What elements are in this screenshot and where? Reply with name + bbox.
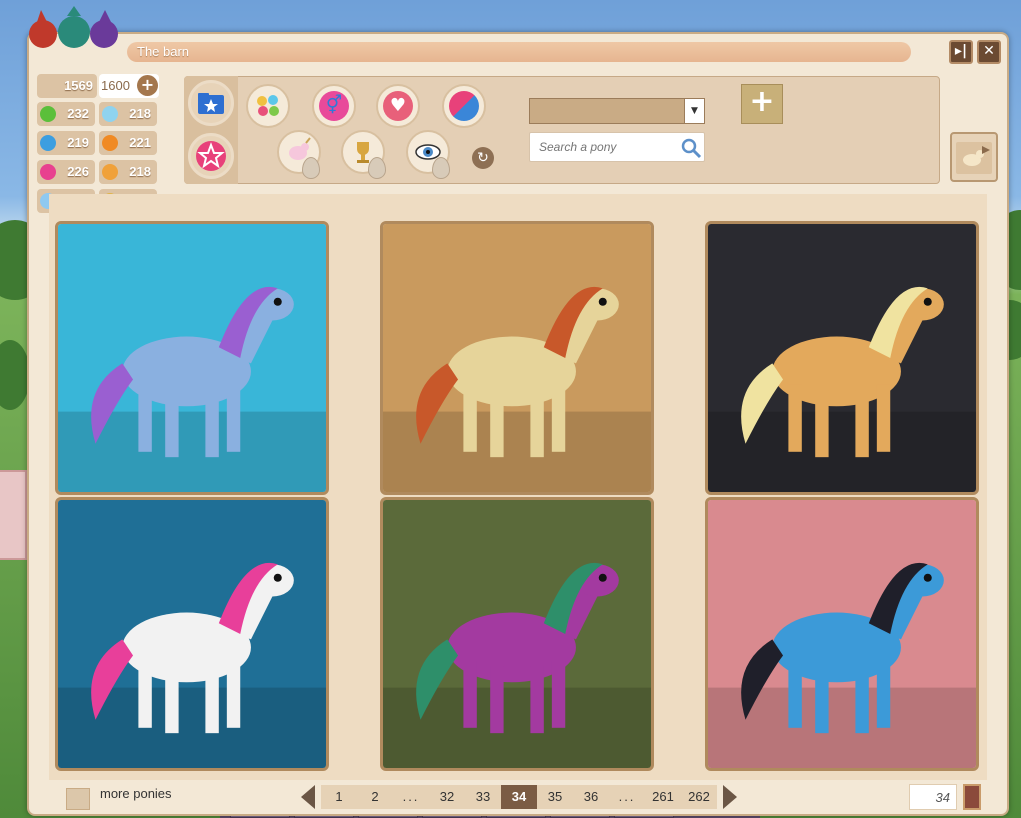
love-filter-button[interactable]: ♥ — [376, 84, 420, 128]
unicorn-level-drop — [302, 157, 320, 179]
eye-level-drop — [432, 157, 450, 179]
stat-heart: 226 — [37, 160, 95, 184]
title-bar — [127, 42, 911, 62]
fire-icon — [102, 135, 118, 151]
stat-value: 221 — [129, 135, 151, 150]
pony-count: 1569 — [37, 74, 97, 98]
search-input[interactable] — [529, 132, 705, 162]
trophy-level-drop — [368, 157, 386, 179]
stat-value: 219 — [67, 135, 89, 150]
pony-image — [58, 500, 326, 768]
add-capacity-button[interactable]: + — [137, 75, 158, 96]
gender-filter-button[interactable]: ⚥ — [312, 84, 356, 128]
pony-card[interactable] — [55, 497, 329, 771]
page-ellipsis: ... — [393, 785, 429, 809]
pony-folder-icon — [956, 142, 992, 174]
page-2[interactable]: 2 — [357, 785, 393, 809]
add-pony-button[interactable]: + — [741, 84, 783, 124]
pony-image — [708, 500, 976, 768]
folder-star-icon — [198, 93, 224, 114]
next-button[interactable]: ▸| — [949, 40, 973, 64]
stat-paw-print: 219 — [37, 131, 95, 155]
paw-icon — [102, 164, 118, 180]
close-button[interactable]: ✕ — [977, 40, 1001, 64]
barn-window: The barn ▸| ✕ 1569 1600 + 232 218 219 221 22… — [27, 32, 1009, 816]
heart-icon — [40, 164, 56, 180]
more-ponies-checkbox[interactable] — [66, 788, 90, 810]
search-icon[interactable] — [680, 137, 702, 159]
pony-image — [58, 224, 326, 492]
page-ellipsis: ... — [609, 785, 645, 809]
pony-card[interactable] — [705, 497, 979, 771]
page-1[interactable]: 1 — [321, 785, 357, 809]
pony-image — [383, 224, 651, 492]
pony-card[interactable] — [380, 221, 654, 495]
pony-card[interactable] — [380, 497, 654, 771]
page-number-input[interactable] — [909, 784, 957, 810]
window-title: The barn — [137, 44, 190, 59]
move-pony-folder-button[interactable] — [950, 132, 998, 182]
star-icon — [196, 141, 226, 171]
pagination: 1 2... 32 33 34 35 36... 261 262 — [301, 784, 737, 810]
page-262[interactable]: 262 — [681, 785, 717, 809]
stat-cloud: 218 — [99, 102, 157, 126]
next-page-button[interactable] — [723, 785, 737, 809]
chevron-down-icon[interactable]: ▼ — [684, 99, 704, 123]
refresh-button[interactable]: ↻ — [472, 147, 494, 169]
go-to-page-button[interactable] — [963, 784, 981, 810]
stat-paw: 218 — [99, 160, 157, 184]
background-tree — [0, 340, 30, 410]
stat-value: 226 — [67, 164, 89, 179]
apple-icon — [40, 106, 56, 122]
color-filter-button[interactable] — [246, 84, 290, 128]
folder-star-button[interactable] — [188, 80, 234, 126]
pony-card[interactable] — [705, 221, 979, 495]
pony-couple-icon — [449, 91, 479, 121]
favorite-star-button[interactable] — [188, 133, 234, 179]
stat-apple: 232 — [37, 102, 95, 126]
stat-value: 218 — [129, 164, 151, 179]
page-32[interactable]: 32 — [429, 785, 465, 809]
more-ponies-label: more ponies — [100, 786, 172, 801]
page-33[interactable]: 33 — [465, 785, 501, 809]
breed-filter-button[interactable] — [442, 84, 486, 128]
background-house — [0, 470, 27, 560]
prev-page-button[interactable] — [301, 785, 315, 809]
game-logo — [29, 6, 118, 48]
sort-select[interactable]: ▼ — [529, 98, 705, 124]
page-34[interactable]: 34 — [501, 785, 537, 809]
stat-value: 232 — [67, 106, 89, 121]
pony-image — [383, 500, 651, 768]
stat-fire: 221 — [99, 131, 157, 155]
stat-value: 218 — [129, 106, 151, 121]
page-35[interactable]: 35 — [537, 785, 573, 809]
page-261[interactable]: 261 — [645, 785, 681, 809]
color-palette-icon — [257, 95, 279, 116]
heart-ring-icon: ♥ — [383, 91, 413, 121]
page-36[interactable]: 36 — [573, 785, 609, 809]
pony-image — [708, 224, 976, 492]
cloud-icon — [102, 106, 118, 122]
pony-card[interactable] — [55, 221, 329, 495]
gender-icon: ⚥ — [319, 91, 349, 121]
paw-print-icon — [40, 135, 56, 151]
